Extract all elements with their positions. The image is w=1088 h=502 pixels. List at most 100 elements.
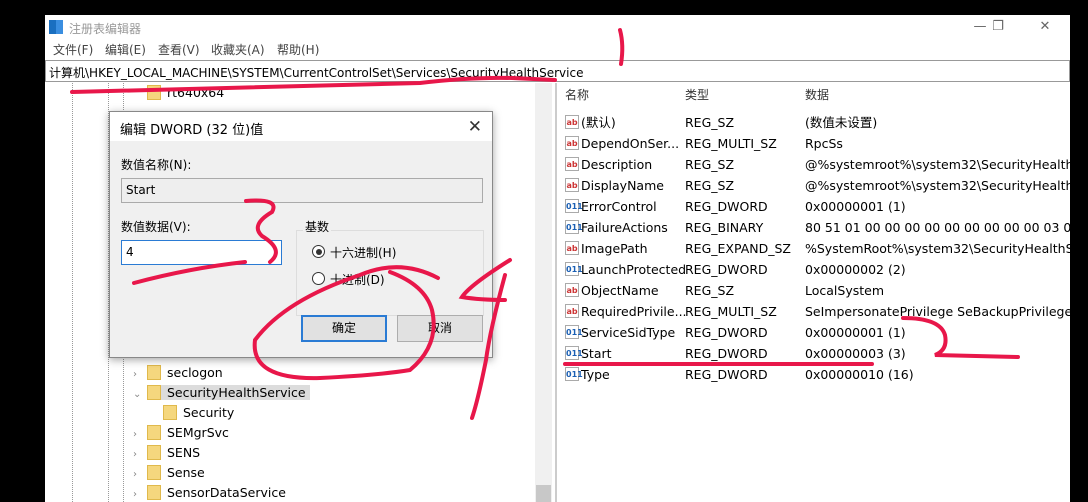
folder-icon xyxy=(147,465,161,480)
value-row[interactable]: ab (默认) REG_SZ (数值未设置) xyxy=(557,112,1070,133)
dialog-close-icon[interactable]: ✕ xyxy=(468,117,482,137)
value-type: REG_DWORD xyxy=(685,199,768,214)
tree-item-label: SensorDataService xyxy=(167,485,286,500)
tree-item-label: SENS xyxy=(167,445,201,460)
string-value-icon: ab xyxy=(565,304,579,318)
tree-item-selected[interactable]: ⌄ SecurityHealthService xyxy=(133,383,310,403)
value-data: RpcSs xyxy=(805,136,843,151)
scrollbar-thumb[interactable] xyxy=(536,485,551,502)
value-name: LaunchProtected xyxy=(581,262,687,277)
value-name: Start xyxy=(581,346,612,361)
hex-label[interactable]: 十六进制(H) xyxy=(330,244,396,261)
expand-icon[interactable]: › xyxy=(133,445,147,465)
menu-file[interactable]: 文件(F) xyxy=(53,41,93,58)
folder-icon xyxy=(147,425,161,440)
folder-icon xyxy=(147,85,161,100)
value-type: REG_DWORD xyxy=(685,346,768,361)
folder-icon xyxy=(147,365,161,380)
expand-icon[interactable]: › xyxy=(133,425,147,445)
value-name: DisplayName xyxy=(581,178,664,193)
value-type: REG_DWORD xyxy=(685,325,768,340)
value-data-label: 数值数据(V): xyxy=(121,220,191,234)
tree-item[interactable]: › Sense xyxy=(133,463,205,483)
folder-icon xyxy=(147,485,161,500)
value-type: REG_MULTI_SZ xyxy=(685,304,777,319)
value-data: 0x00000002 (2) xyxy=(805,262,906,277)
value-name: ImagePath xyxy=(581,241,648,256)
value-row[interactable]: 011 ErrorControl REG_DWORD 0x00000001 (1… xyxy=(557,196,1070,217)
tree-item-label: Sense xyxy=(167,465,205,480)
cancel-button[interactable]: 取消 xyxy=(397,315,483,342)
folder-icon xyxy=(147,385,161,400)
ok-button[interactable]: 确定 xyxy=(301,315,387,342)
tree-item-label: Security xyxy=(183,405,235,420)
window-title: 注册表编辑器 xyxy=(69,22,142,36)
value-type: REG_SZ xyxy=(685,283,735,298)
value-data: 80 51 01 00 00 00 00 00 00 00 00 00 03 0… xyxy=(805,220,1070,235)
value-type: REG_MULTI_SZ xyxy=(685,136,777,151)
value-row[interactable]: ab Description REG_SZ @%systemroot%\syst… xyxy=(557,154,1070,175)
tree-item[interactable]: rt640x64 xyxy=(133,83,224,103)
menu-help[interactable]: 帮助(H) xyxy=(277,41,319,58)
value-name-label: 数值名称(N): xyxy=(121,158,192,172)
tree-scrollbar[interactable] xyxy=(535,83,552,502)
expand-icon[interactable]: › xyxy=(133,365,147,385)
address-bar[interactable]: 计算机\HKEY_LOCAL_MACHINE\SYSTEM\CurrentCon… xyxy=(45,60,1070,82)
collapse-icon[interactable]: ⌄ xyxy=(133,385,147,405)
value-row[interactable]: 011 LaunchProtected REG_DWORD 0x00000002… xyxy=(557,259,1070,280)
value-name: ObjectName xyxy=(581,283,659,298)
value-row[interactable]: 011 Type REG_DWORD 0x00000010 (16) xyxy=(557,364,1070,385)
value-row[interactable]: ab DependOnSer... REG_MULTI_SZ RpcSs xyxy=(557,133,1070,154)
value-data-input[interactable]: 4 xyxy=(121,240,282,265)
value-data: LocalSystem xyxy=(805,283,885,298)
value-data: (数值未设置) xyxy=(805,115,878,130)
decimal-radio[interactable] xyxy=(312,272,325,285)
value-row[interactable]: ab DisplayName REG_SZ @%systemroot%\syst… xyxy=(557,175,1070,196)
tree-item[interactable]: › SensorDataService xyxy=(133,483,286,502)
value-row[interactable]: ab RequiredPrivile... REG_MULTI_SZ SeImp… xyxy=(557,301,1070,322)
tree-item[interactable]: › seclogon xyxy=(133,363,223,383)
binary-value-icon: 011 xyxy=(565,199,583,213)
tree-item[interactable]: › SENS xyxy=(133,443,200,463)
menu-bar: 文件(F) 编辑(E) 查看(V) 收藏夹(A) 帮助(H) xyxy=(45,39,1070,59)
value-name: ServiceSidType xyxy=(581,325,676,340)
tree-item[interactable]: › SEMgrSvc xyxy=(133,423,229,443)
value-name: FailureActions xyxy=(581,220,668,235)
value-type: REG_DWORD xyxy=(685,262,768,277)
value-row[interactable]: 011 Start REG_DWORD 0x00000003 (3) xyxy=(557,343,1070,364)
value-data: 0x00000001 (1) xyxy=(805,325,906,340)
value-row[interactable]: 011 ServiceSidType REG_DWORD 0x00000001 … xyxy=(557,322,1070,343)
close-button[interactable]: ✕ xyxy=(1025,17,1065,37)
menu-view[interactable]: 查看(V) xyxy=(158,41,200,58)
restore-button[interactable]: ❐ xyxy=(978,17,1018,37)
binary-value-icon: 011 xyxy=(565,367,583,381)
tree-item[interactable]: Security xyxy=(163,403,234,423)
value-name: ErrorControl xyxy=(581,199,657,214)
string-value-icon: ab xyxy=(565,115,579,129)
value-name: DependOnSer... xyxy=(581,136,680,151)
binary-value-icon: 011 xyxy=(565,262,583,276)
value-row[interactable]: ab ImagePath REG_EXPAND_SZ %SystemRoot%\… xyxy=(557,238,1070,259)
value-name-field[interactable]: Start xyxy=(121,178,483,203)
value-type: REG_EXPAND_SZ xyxy=(685,241,791,256)
expand-icon[interactable]: › xyxy=(133,485,147,502)
column-header-type[interactable]: 类型 xyxy=(685,86,709,106)
string-value-icon: ab xyxy=(565,178,579,192)
regedit-app-icon xyxy=(49,20,63,34)
decimal-label[interactable]: 十进制(D) xyxy=(330,271,385,288)
column-header-name[interactable]: 名称 xyxy=(565,86,589,106)
value-type: REG_DWORD xyxy=(685,367,768,382)
menu-edit[interactable]: 编辑(E) xyxy=(105,41,146,58)
base-group xyxy=(296,230,484,316)
value-name: (默认) xyxy=(581,115,616,130)
hex-radio[interactable] xyxy=(312,245,325,258)
value-type: REG_SZ xyxy=(685,157,735,172)
value-row[interactable]: 011 FailureActions REG_BINARY 80 51 01 0… xyxy=(557,217,1070,238)
column-header-data[interactable]: 数据 xyxy=(805,86,829,106)
expand-icon[interactable]: › xyxy=(133,465,147,485)
value-row[interactable]: ab ObjectName REG_SZ LocalSystem xyxy=(557,280,1070,301)
menu-favorites[interactable]: 收藏夹(A) xyxy=(211,41,265,58)
tree-item-label: SecurityHealthService xyxy=(167,385,306,400)
value-type: REG_BINARY xyxy=(685,220,764,235)
value-type: REG_SZ xyxy=(685,178,735,193)
